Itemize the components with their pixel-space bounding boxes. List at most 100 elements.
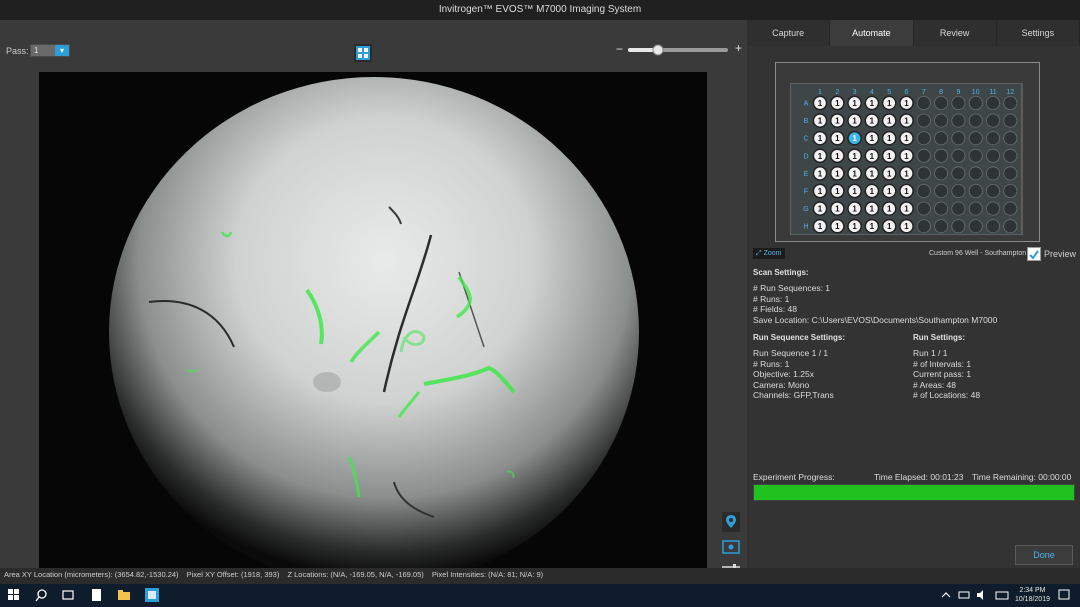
zoom-icon: ⤢ — [756, 250, 762, 257]
plate-well[interactable] — [934, 201, 949, 216]
pixel-intensities: Pixel Intensities: (N/A: 81; N/A: 9) — [431, 570, 544, 579]
plate-well[interactable] — [985, 113, 1000, 128]
plate-well[interactable] — [934, 166, 949, 181]
plate-well[interactable] — [951, 148, 966, 163]
plate-well[interactable] — [1003, 131, 1018, 146]
tab-settings[interactable]: Settings — [997, 20, 1080, 46]
document-app-icon[interactable] — [88, 587, 104, 603]
plate-well-label: 1 — [870, 152, 875, 161]
well-plate-map[interactable]: 1 2 3 4 5 6 7 8 9 10 11 12A 1 1 1 1 1 1B 1 1 1 1 1 1C 1 1 1 1 1 1D 1 1 1… — [790, 83, 1040, 235]
plate-well-label: 1 — [904, 99, 909, 108]
plate-well[interactable] — [985, 201, 1000, 216]
windows-start-icon[interactable] — [6, 587, 22, 603]
plate-row-label: D — [803, 153, 808, 160]
plate-well[interactable] — [1003, 113, 1018, 128]
plate-well[interactable] — [985, 148, 1000, 163]
plate-well[interactable] — [916, 166, 931, 181]
plate-well[interactable] — [934, 148, 949, 163]
location-pin-icon[interactable] — [722, 512, 740, 532]
plate-well[interactable] — [968, 131, 983, 146]
plate-well[interactable] — [968, 148, 983, 163]
chevron-up-icon[interactable] — [938, 587, 954, 603]
zoom-in-icon[interactable]: + — [735, 41, 742, 55]
plate-well-label: 1 — [870, 134, 875, 143]
plate-well-label: 1 — [818, 152, 823, 161]
plate-well-label: 1 — [887, 99, 892, 108]
plate-well[interactable] — [1003, 148, 1018, 163]
volume-icon[interactable] — [974, 587, 990, 603]
plate-well-label: 1 — [835, 152, 840, 161]
plate-well[interactable] — [916, 95, 931, 110]
plate-well[interactable] — [934, 219, 949, 234]
keyboard-icon[interactable] — [994, 587, 1010, 603]
plate-well[interactable] — [916, 219, 931, 234]
tab-capture[interactable]: Capture — [747, 20, 831, 46]
plate-well[interactable] — [951, 95, 966, 110]
plate-well[interactable] — [951, 184, 966, 199]
done-button[interactable]: Done — [1015, 545, 1073, 565]
chevron-down-icon[interactable]: ▾ — [55, 45, 69, 56]
overlay-view-icon[interactable] — [722, 540, 740, 554]
run-sequence-line: Channels: GFP,Trans — [753, 390, 834, 401]
plate-well[interactable] — [985, 95, 1000, 110]
plate-well-label: 1 — [852, 134, 857, 143]
tab-review[interactable]: Review — [914, 20, 997, 46]
plate-well[interactable] — [951, 131, 966, 146]
plate-row-label: E — [804, 171, 809, 178]
zoom-thumb[interactable] — [652, 44, 664, 56]
plate-well[interactable] — [951, 113, 966, 128]
plate-well[interactable] — [985, 166, 1000, 181]
plate-well-label: 1 — [852, 187, 857, 196]
plate-well-label: 1 — [852, 99, 857, 108]
plate-well[interactable] — [985, 131, 1000, 146]
plate-well[interactable] — [968, 166, 983, 181]
plate-well[interactable] — [968, 113, 983, 128]
notifications-icon[interactable] — [1056, 587, 1072, 603]
plate-well[interactable] — [968, 184, 983, 199]
plate-well[interactable] — [951, 201, 966, 216]
windows-taskbar: 2:34 PM 10/18/2019 — [0, 584, 1080, 607]
checkmark-icon — [1029, 250, 1039, 260]
plate-well[interactable] — [985, 184, 1000, 199]
evos-app-icon[interactable] — [144, 587, 160, 603]
plate-zoom-button[interactable]: ⤢ Zoom — [753, 248, 785, 259]
plate-well[interactable] — [934, 184, 949, 199]
plate-well[interactable] — [968, 95, 983, 110]
plate-well[interactable] — [1003, 95, 1018, 110]
plate-well[interactable] — [951, 166, 966, 181]
task-view-icon[interactable] — [60, 587, 76, 603]
plate-well[interactable] — [916, 201, 931, 216]
plate-well[interactable] — [916, 184, 931, 199]
plate-well[interactable] — [968, 219, 983, 234]
plate-well-label: 1 — [904, 205, 909, 214]
zoom-track[interactable] — [616, 43, 742, 57]
grid-view-button[interactable] — [354, 44, 372, 62]
tab-automate[interactable]: Automate — [830, 20, 914, 46]
microscope-image[interactable] — [39, 72, 707, 572]
plate-well[interactable] — [934, 95, 949, 110]
file-explorer-icon[interactable] — [116, 587, 132, 603]
plate-well[interactable] — [1003, 184, 1018, 199]
clock[interactable]: 2:34 PM 10/18/2019 — [1015, 586, 1050, 604]
plate-well[interactable] — [916, 113, 931, 128]
search-icon[interactable] — [34, 587, 50, 603]
battery-icon[interactable] — [956, 587, 972, 603]
plate-well[interactable] — [968, 201, 983, 216]
plate-well[interactable] — [934, 131, 949, 146]
zoom-slider[interactable]: − + — [616, 41, 742, 57]
plate-well[interactable] — [916, 148, 931, 163]
plate-well-label: 1 — [818, 117, 823, 126]
plate-well[interactable] — [1003, 219, 1018, 234]
plate-well[interactable] — [916, 131, 931, 146]
plate-well[interactable] — [951, 219, 966, 234]
plate-well[interactable] — [985, 219, 1000, 234]
grid-icon — [356, 46, 370, 60]
experiment-progress-label: Experiment Progress: — [753, 472, 835, 482]
clock-time: 2:34 PM — [1019, 587, 1046, 594]
plate-name: Custom 96 Well - Southampton — [929, 250, 1027, 257]
plate-well[interactable] — [934, 113, 949, 128]
pass-select[interactable]: 1 ▾ — [30, 44, 70, 57]
plate-well[interactable] — [1003, 166, 1018, 181]
preview-checkbox[interactable] — [1027, 247, 1041, 261]
plate-well[interactable] — [1003, 201, 1018, 216]
